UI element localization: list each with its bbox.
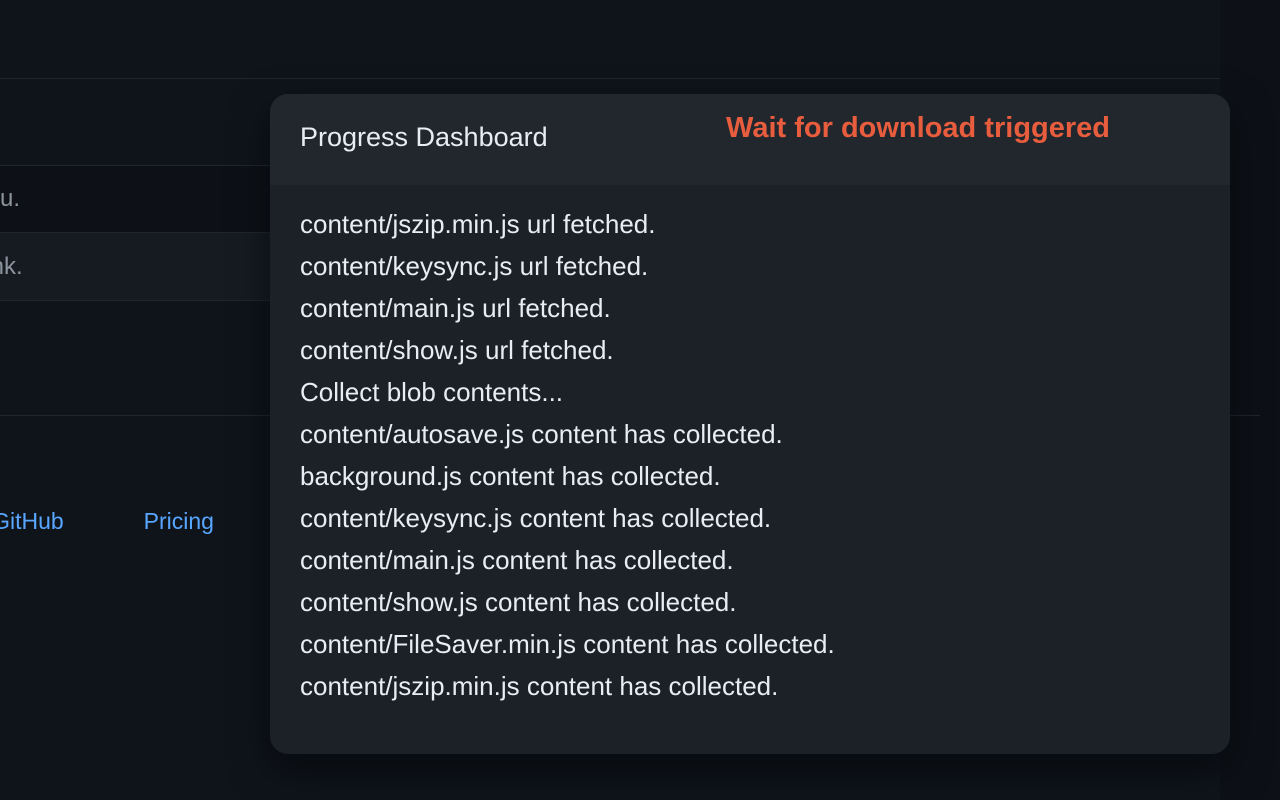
progress-log: content/jszip.min.js url fetched. conten…: [270, 185, 1230, 754]
log-line: content/show.js url fetched.: [300, 329, 1200, 371]
log-line: content/jszip.min.js url fetched.: [300, 203, 1200, 245]
modal-header: Progress Dashboard Wait for download tri…: [270, 94, 1230, 185]
log-line: content/main.js content has collected.: [300, 539, 1200, 581]
log-line: content/jszip.min.js content has collect…: [300, 665, 1200, 707]
log-line: content/keysync.js url fetched.: [300, 245, 1200, 287]
footer-links: act GitHub Pricing: [0, 508, 214, 535]
download-status-message: Wait for download triggered: [726, 112, 1110, 145]
divider: [0, 78, 1220, 79]
modal-title: Progress Dashboard: [300, 122, 548, 153]
log-line: content/keysync.js content has collected…: [300, 497, 1200, 539]
log-line: content/autosave.js content has collecte…: [300, 413, 1200, 455]
log-line: content/main.js url fetched.: [300, 287, 1200, 329]
log-line: content/show.js content has collected.: [300, 581, 1200, 623]
progress-dashboard-modal: Progress Dashboard Wait for download tri…: [270, 94, 1230, 754]
contact-github-link[interactable]: act GitHub: [0, 508, 64, 535]
pricing-link[interactable]: Pricing: [144, 508, 214, 535]
log-line: content/FileSaver.min.js content has col…: [300, 623, 1200, 665]
log-line: Collect blob contents...: [300, 371, 1200, 413]
truncated-text: nenu.: [0, 185, 20, 213]
log-line: background.js content has collected.: [300, 455, 1200, 497]
truncated-text: n link.: [0, 253, 23, 281]
